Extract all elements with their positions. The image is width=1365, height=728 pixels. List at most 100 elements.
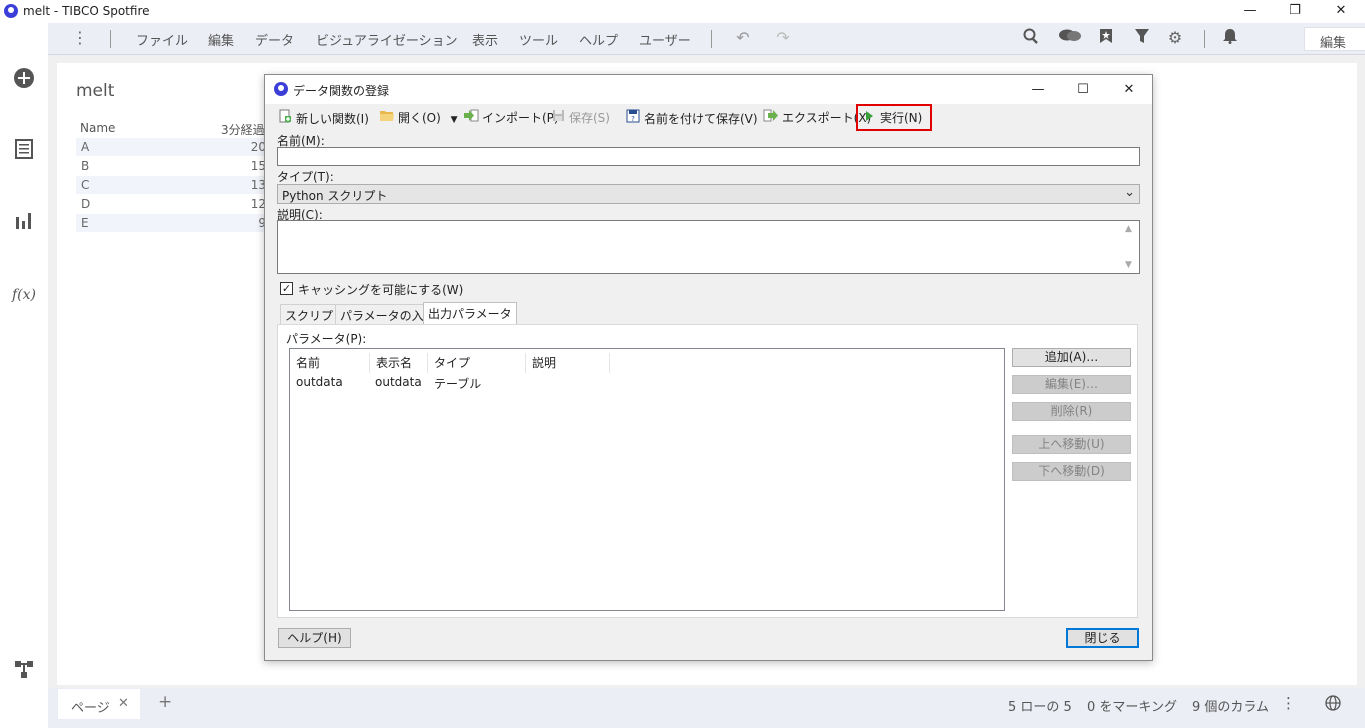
chat-icon[interactable]: [1057, 28, 1083, 48]
folder-icon: [379, 109, 395, 125]
close-window-button[interactable]: ✕: [1318, 0, 1364, 23]
save-icon: [550, 109, 566, 125]
help-button[interactable]: ヘルプ(H): [278, 628, 351, 648]
bar-chart-icon[interactable]: [12, 211, 36, 235]
param-cell-type[interactable]: テーブル: [434, 375, 481, 392]
app-title: melt - TIBCO Spotfire: [23, 4, 150, 18]
add-circle-icon[interactable]: [12, 67, 36, 91]
table-row[interactable]: B 15: [76, 157, 266, 175]
column-count: 9 個のカラム: [1192, 700, 1270, 715]
dialog-title: データ関数の登録: [293, 84, 390, 98]
export-arrow-icon: [763, 109, 779, 125]
save-button[interactable]: 保存(S): [550, 109, 610, 127]
scroll-down-icon[interactable]: ▼: [1125, 260, 1132, 270]
bell-icon[interactable]: [1220, 28, 1240, 48]
save-as-label: 名前を付けて保存(V): [644, 112, 758, 126]
open-button[interactable]: 開く(O) ▼: [379, 109, 458, 127]
table-row[interactable]: C 13: [76, 176, 266, 194]
redo-icon[interactable]: ↷: [773, 28, 793, 48]
page-tab[interactable]: ページ ✕: [58, 689, 140, 719]
search-icon[interactable]: [1021, 28, 1041, 48]
filter-icon[interactable]: [1132, 28, 1152, 48]
spotfire-logo-icon: [4, 4, 18, 18]
menu-separator: [711, 30, 712, 48]
table-row[interactable]: E 9: [76, 214, 266, 232]
chevron-down-icon: ⌄: [1124, 185, 1135, 200]
menu-help[interactable]: ヘルプ: [579, 30, 618, 49]
table-cell-name: B: [81, 159, 90, 173]
table-row[interactable]: D 12: [76, 195, 266, 213]
table-cell-name: E: [81, 216, 89, 230]
main-menubar: ⋮ ファイル 編集 データ ビジュアライゼーション 表示 ツール ヘルプ ユーザ…: [48, 23, 1365, 55]
close-button[interactable]: 閉じる: [1066, 628, 1139, 648]
menu-tools[interactable]: ツール: [519, 30, 558, 49]
menu-view[interactable]: 表示: [472, 30, 498, 49]
bookmark-icon[interactable]: [1096, 28, 1116, 48]
open-label: 開く(O): [398, 111, 441, 125]
run-button-highlight: [856, 104, 932, 131]
undo-icon[interactable]: ↶: [733, 28, 753, 48]
move-down-button[interactable]: 下へ移動(D): [1012, 462, 1131, 481]
param-cell-display-name[interactable]: outdata: [375, 375, 422, 389]
new-function-button[interactable]: 新しい関数(I): [277, 109, 369, 127]
menu-user[interactable]: ユーザー: [639, 30, 691, 49]
output-parameters-panel: パラメータ(P): 名前 表示名 タイプ 説明 outdata outdata …: [277, 324, 1138, 618]
type-select[interactable]: Python スクリプト ⌄: [277, 184, 1140, 204]
gear-icon[interactable]: ⚙: [1165, 28, 1185, 48]
spotfire-logo-icon: [274, 82, 288, 96]
menu-edit[interactable]: 編集: [208, 30, 234, 49]
more-vertical-icon[interactable]: ⋮: [70, 28, 90, 48]
menu-data[interactable]: データ: [255, 30, 294, 49]
param-header-name[interactable]: 名前: [290, 353, 370, 373]
more-vertical-icon[interactable]: ⋮: [1281, 694, 1296, 712]
add-parameter-button[interactable]: 追加(A)…: [1012, 348, 1131, 367]
dialog-maximize-button[interactable]: ☐: [1068, 79, 1098, 101]
export-button[interactable]: エクスポート(X): [763, 109, 871, 127]
param-header-type[interactable]: タイプ: [428, 353, 526, 373]
edit-parameter-button[interactable]: 編集(E)…: [1012, 375, 1131, 394]
add-page-icon[interactable]: +: [158, 692, 172, 712]
delete-parameter-button[interactable]: 削除(R): [1012, 402, 1131, 421]
minimize-button[interactable]: —: [1227, 0, 1273, 23]
table-cell-name: A: [81, 140, 90, 154]
close-icon[interactable]: ✕: [118, 696, 129, 711]
restore-button[interactable]: ❐: [1272, 0, 1318, 23]
table-row[interactable]: A 20: [76, 138, 266, 156]
visualization-title: melt: [76, 81, 115, 101]
statusbar: ページ ✕ + 5 ローの 5 0 をマーキング 9 個のカラム ⋮: [48, 688, 1365, 728]
table-header-value[interactable]: 3分経過: [221, 121, 265, 138]
import-arrow-icon: [463, 109, 479, 125]
parameters-list[interactable]: 名前 表示名 タイプ 説明 outdata outdata テーブル: [289, 348, 1005, 611]
type-select-value: Python スクリプト: [282, 189, 388, 203]
move-up-button[interactable]: 上へ移動(U): [1012, 435, 1131, 454]
param-header-display-name[interactable]: 表示名: [370, 353, 428, 373]
data-table-icon[interactable]: [12, 139, 36, 163]
caching-checkbox[interactable]: ✓: [280, 282, 293, 295]
import-label: インポート(P): [482, 111, 559, 125]
dialog-close-button[interactable]: ✕: [1114, 79, 1144, 101]
function-icon[interactable]: f(x): [12, 283, 36, 307]
table-header-name[interactable]: Name: [80, 121, 115, 135]
menu-file[interactable]: ファイル: [136, 30, 188, 49]
description-scrollbar[interactable]: ▲ ▼: [1122, 221, 1139, 273]
parameters-label: パラメータ(P):: [286, 332, 367, 346]
new-document-icon: [277, 109, 293, 126]
table-cell-name: D: [81, 197, 91, 211]
tab-output-parameters[interactable]: 出力パラメータ: [423, 302, 517, 325]
name-input[interactable]: [277, 147, 1140, 166]
caret-down-icon[interactable]: ▼: [451, 115, 458, 125]
dialog-minimize-button[interactable]: —: [1023, 79, 1053, 101]
param-cell-name[interactable]: outdata: [296, 375, 343, 389]
save-as-icon: ?: [625, 109, 641, 126]
scroll-up-icon[interactable]: ▲: [1125, 224, 1132, 234]
save-as-button[interactable]: ? 名前を付けて保存(V): [625, 109, 758, 127]
import-button[interactable]: インポート(P): [463, 109, 559, 127]
caching-label[interactable]: キャッシングを可能にする(W): [298, 281, 463, 298]
param-header-description[interactable]: 説明: [526, 353, 610, 373]
description-textarea[interactable]: ▲ ▼: [277, 220, 1140, 274]
hierarchy-icon[interactable]: [12, 659, 36, 683]
globe-icon[interactable]: [1325, 695, 1341, 715]
menu-visualization[interactable]: ビジュアライゼーション: [316, 30, 458, 49]
mode-dropdown[interactable]: 編集 ⌄: [1304, 27, 1365, 51]
row-count: 5 ローの 5: [1008, 700, 1072, 715]
